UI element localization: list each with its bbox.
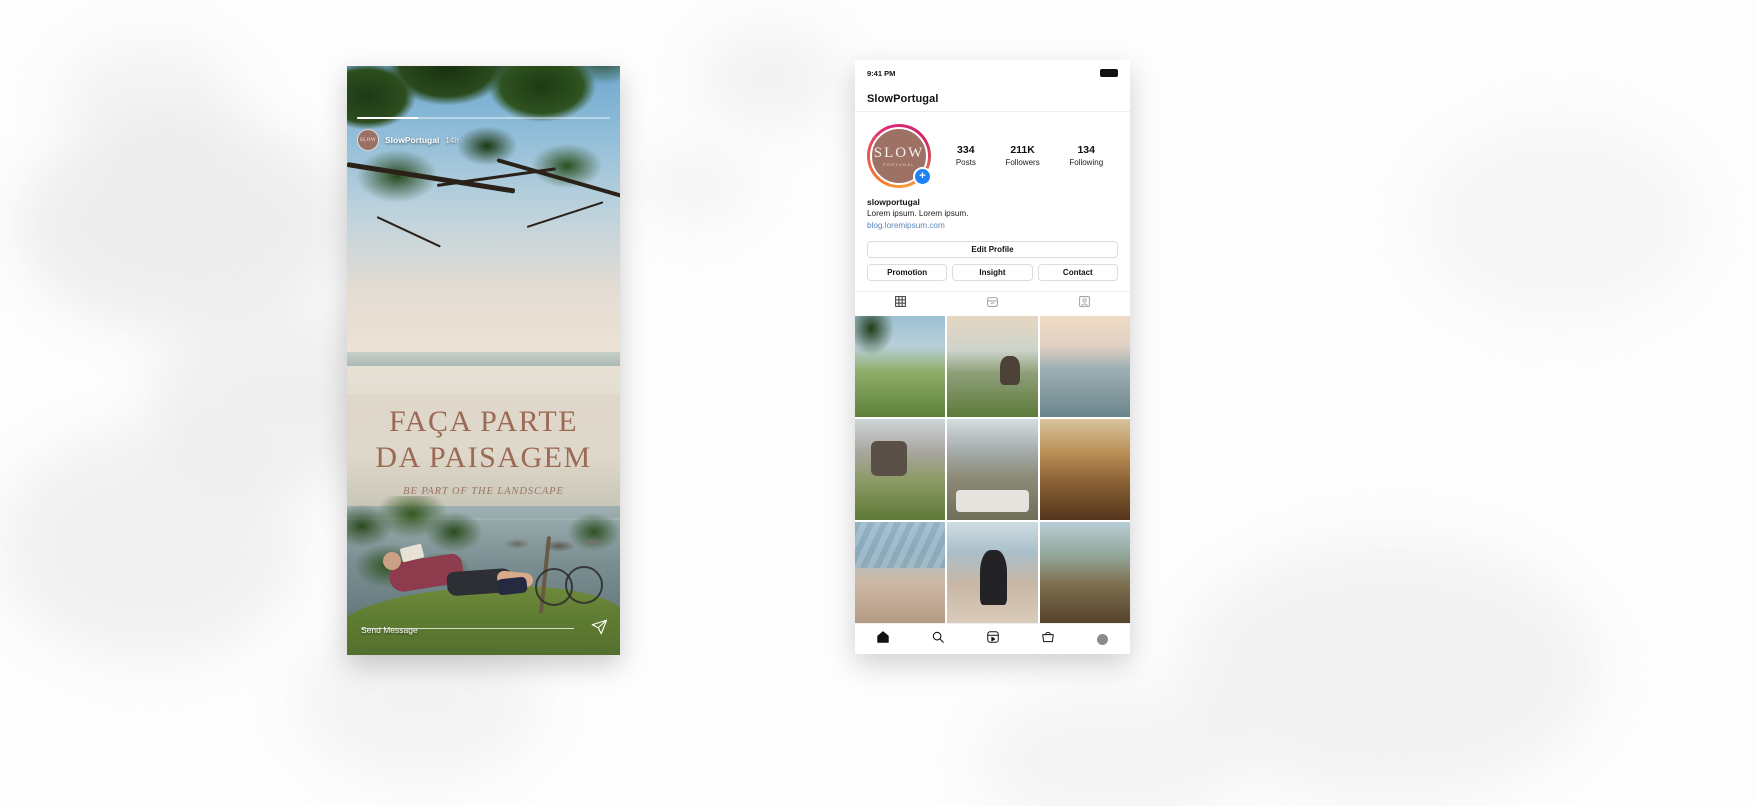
grid-post[interactable] xyxy=(855,522,946,623)
instagram-story-card[interactable]: SLOW SlowPortugal 14h FAÇA PARTE DA PAIS… xyxy=(347,66,620,655)
navigation-bar: SlowPortugal xyxy=(855,86,1130,112)
profile-header: SLOW PORTUGAL + 334 Posts 211K Followers… xyxy=(855,112,1130,188)
pair-of-shoes xyxy=(496,576,528,596)
background-blob xyxy=(0,430,300,660)
stat-posts-label: Posts xyxy=(955,157,976,167)
story-footer: Send Message xyxy=(361,618,608,641)
story-timestamp: 14h xyxy=(445,135,459,145)
background-blob xyxy=(640,150,750,220)
reels-icon xyxy=(986,630,1000,649)
grid-post[interactable] xyxy=(1039,522,1130,623)
edit-profile-row: Edit Profile xyxy=(855,232,1130,258)
story-headline-line1: FAÇA PARTE xyxy=(388,405,579,438)
search-icon xyxy=(931,630,945,649)
battery-full-icon xyxy=(1100,69,1118,77)
grid-post[interactable] xyxy=(1039,316,1130,417)
stat-posts[interactable]: 334 Posts xyxy=(956,144,976,169)
story-headline: FAÇA PARTE DA PAISAGEM xyxy=(347,404,620,476)
stat-following[interactable]: 134 Following xyxy=(1069,144,1103,169)
story-header: SLOW SlowPortugal 14h xyxy=(357,128,610,152)
grid-icon xyxy=(894,295,907,313)
stat-following-label: Following xyxy=(1069,157,1104,167)
contact-button[interactable]: Contact xyxy=(1037,264,1118,281)
avatar-brand-subtext: PORTUGAL xyxy=(883,162,915,167)
avatar[interactable]: SLOW PORTUGAL + xyxy=(867,124,932,188)
content-tab-bar xyxy=(855,291,1130,316)
profile-action-buttons: Promotion Insight Contact xyxy=(855,258,1130,281)
stat-following-value: 134 xyxy=(1077,143,1095,156)
bio-website-link[interactable]: blog.loremipsum.com xyxy=(867,220,1118,232)
background-blob xyxy=(60,40,240,160)
status-bar-time: 9:41 PM xyxy=(867,68,896,78)
bicycle-wheel xyxy=(565,566,603,604)
page-title: SlowPortugal xyxy=(867,92,939,105)
stat-posts-value: 334 xyxy=(957,143,975,156)
story-subheadline: BE PART OF THE LANDSCAPE xyxy=(403,486,564,497)
person-head xyxy=(383,552,401,570)
background-blob xyxy=(1180,540,1600,800)
avatar-brand-text: SLOW xyxy=(873,144,925,161)
story-avatar[interactable]: SLOW xyxy=(357,129,379,151)
nav-search[interactable] xyxy=(910,630,965,649)
instagram-profile-screen: 9:41 PM SlowPortugal SLOW PORTUGAL + 334… xyxy=(855,60,1130,654)
grid-post[interactable] xyxy=(947,419,1038,520)
tree-canopy-layer xyxy=(347,66,620,326)
shop-icon xyxy=(1041,630,1055,649)
story-headline-line2: DA PAISAGEM xyxy=(375,441,592,474)
promotion-button[interactable]: Promotion xyxy=(867,264,948,281)
insight-button[interactable]: Insight xyxy=(952,264,1033,281)
profile-bio: slowportugal Lorem ipsum. Lorem ipsum. b… xyxy=(855,188,1130,232)
tab-reels[interactable] xyxy=(947,295,1039,313)
home-icon xyxy=(876,630,890,649)
add-story-plus-icon[interactable]: + xyxy=(913,167,932,186)
story-background-photo xyxy=(347,66,620,655)
nav-home[interactable] xyxy=(855,630,910,649)
nav-profile[interactable] xyxy=(1075,633,1130,645)
status-bar-indicators xyxy=(1100,69,1118,77)
nav-reels[interactable] xyxy=(965,630,1020,649)
paper-plane-icon[interactable] xyxy=(590,618,608,641)
send-message-input[interactable]: Send Message xyxy=(361,625,418,635)
grid-post[interactable] xyxy=(947,316,1038,417)
story-progress-bar[interactable] xyxy=(357,117,610,119)
tab-tagged[interactable] xyxy=(1038,295,1130,313)
profile-stats: 334 Posts 211K Followers 134 Following xyxy=(931,144,1118,169)
posts-grid xyxy=(855,316,1130,623)
profile-avatar-icon xyxy=(1097,633,1108,645)
story-progress-fill xyxy=(357,117,418,119)
edit-profile-button[interactable]: Edit Profile xyxy=(867,241,1118,258)
tab-grid[interactable] xyxy=(855,295,947,313)
stat-followers[interactable]: 211K Followers xyxy=(1005,144,1039,169)
grid-post[interactable] xyxy=(855,419,946,520)
grid-post[interactable] xyxy=(947,522,1038,623)
bio-description: Lorem ipsum. Lorem ipsum. xyxy=(867,209,969,218)
reels-icon xyxy=(986,295,999,313)
stat-followers-value: 211K xyxy=(1010,143,1035,156)
grid-post[interactable] xyxy=(1039,419,1130,520)
status-bar: 9:41 PM xyxy=(855,60,1130,86)
background-blob xyxy=(1420,120,1700,320)
tagged-icon xyxy=(1078,295,1091,313)
background-blob xyxy=(700,30,840,125)
stat-followers-label: Followers xyxy=(1005,157,1040,167)
bio-display-name: slowportugal xyxy=(867,197,920,207)
nav-shop[interactable] xyxy=(1020,630,1075,649)
bicycle xyxy=(535,560,603,606)
bottom-navigation-bar xyxy=(855,623,1130,654)
grid-post[interactable] xyxy=(855,316,946,417)
story-username[interactable]: SlowPortugal xyxy=(385,135,439,145)
